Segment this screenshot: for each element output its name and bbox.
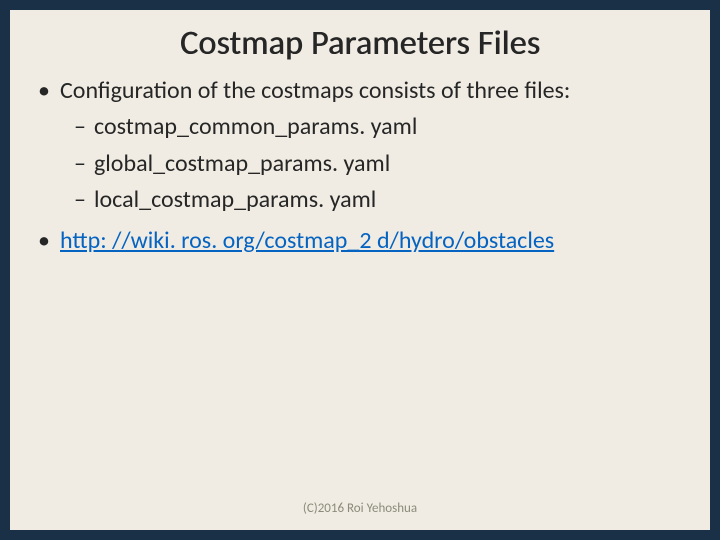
sub-bullet-text: local_costmap_params. yaml: [94, 184, 684, 216]
slide-footer: (C)2016 Roi Yehoshua: [10, 501, 710, 516]
sub-bullet-list: – costmap_common_params. yaml – global_c…: [72, 111, 684, 216]
bullet-icon: •: [36, 75, 60, 107]
sub-bullet-item: – local_costmap_params. yaml: [72, 184, 684, 216]
sub-bullet-text: costmap_common_params. yaml: [94, 111, 684, 143]
slide-body: • Configuration of the costmaps consists…: [36, 75, 684, 257]
dash-icon: –: [72, 148, 94, 180]
bullet-text: Configuration of the costmaps consists o…: [60, 75, 684, 107]
bullet-item: • Configuration of the costmaps consists…: [36, 75, 684, 107]
reference-link[interactable]: http: //wiki. ros. org/costmap_2 d/hydro…: [60, 226, 554, 255]
bullet-item: • http: //wiki. ros. org/costmap_2 d/hyd…: [36, 225, 684, 257]
sub-bullet-item: – costmap_common_params. yaml: [72, 111, 684, 143]
slide: Costmap Parameters Files • Configuration…: [10, 10, 710, 530]
dash-icon: –: [72, 184, 94, 216]
slide-title: Costmap Parameters Files: [36, 24, 684, 63]
dash-icon: –: [72, 111, 94, 143]
slide-frame: Costmap Parameters Files • Configuration…: [0, 0, 720, 540]
bullet-text: http: //wiki. ros. org/costmap_2 d/hydro…: [60, 225, 684, 257]
sub-bullet-text: global_costmap_params. yaml: [94, 148, 684, 180]
sub-bullet-item: – global_costmap_params. yaml: [72, 148, 684, 180]
bullet-icon: •: [36, 225, 60, 257]
